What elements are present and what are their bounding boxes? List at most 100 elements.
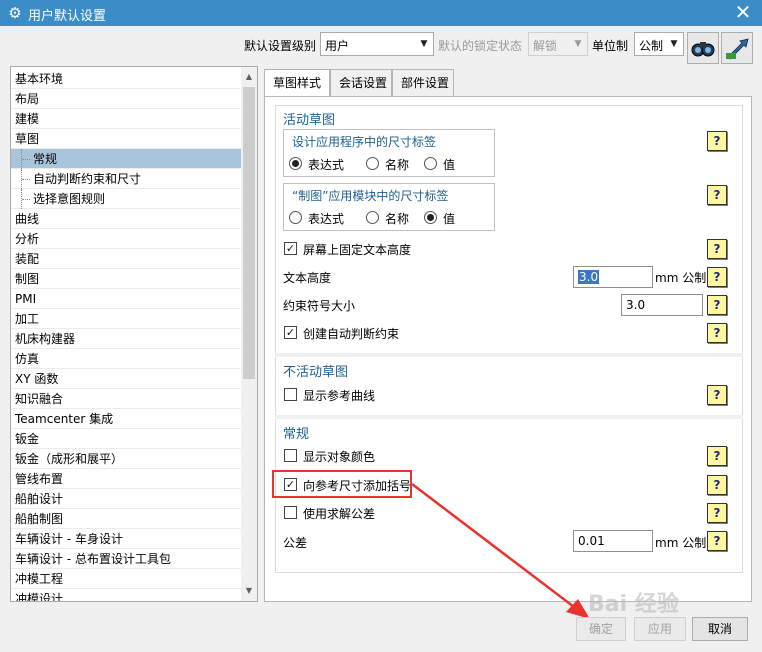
tree-item[interactable]: 钣金（成形和展平） [11,449,243,469]
help-icon[interactable]: ? [707,239,727,259]
general-title: 常规 [283,427,310,442]
app-dim-expression-radio[interactable] [289,157,302,170]
arrow-settings-icon [726,38,749,60]
tree-branch-line [21,169,31,189]
help-icon[interactable]: ? [707,446,727,466]
tree-item[interactable]: 船舶设计 [11,489,243,509]
watermark: Bai 经验 [588,592,679,617]
tree-item[interactable]: PMI [11,289,243,309]
tree-item[interactable]: 选择意图规则 [11,189,243,209]
app-dim-name-label: 名称 [385,158,410,172]
fix-text-height-checkbox[interactable]: ✓ [284,242,297,255]
tree-item[interactable]: Teamcenter 集成 [11,409,243,429]
unit-dropdown[interactable]: 公制 ▼ [634,32,684,56]
create-auto-constraints-label: 创建自动判断约束 [303,327,400,341]
tree-item-label: 制图 [15,272,40,286]
tree-item-label: XY 函数 [15,372,59,386]
drafting-dim-name-label: 名称 [385,212,410,226]
lock-label: 默认的锁定状态 [438,39,523,53]
fix-text-height-label: 屏幕上固定文本高度 [303,243,412,257]
show-object-color-checkbox[interactable] [284,449,297,462]
tree-item[interactable]: 布局 [11,89,243,109]
use-solve-tolerance-checkbox[interactable] [284,506,297,519]
tree-item[interactable]: 车辆设计 - 总布置设计工具包 [11,549,243,569]
tree-item-label: 冲模工程 [15,572,64,586]
close-button[interactable]: ✕ [732,1,754,23]
title-bar: ⚙ 用户默认设置 ✕ [0,0,762,26]
tree-item[interactable]: 自动判断约束和尺寸 [11,169,243,189]
tree-scrollbar[interactable]: ▲ ▼ [241,67,257,601]
tree-item-label: 船舶制图 [15,512,64,526]
app-dim-value-radio[interactable] [424,157,437,170]
help-icon[interactable]: ? [707,323,727,343]
use-solve-tolerance-label: 使用求解公差 [303,507,376,521]
tree-item[interactable]: 装配 [11,249,243,269]
find-default-button[interactable] [687,32,719,64]
tree-item-label: 钣金 [15,432,40,446]
scroll-up-icon[interactable]: ▲ [241,69,257,85]
app-dim-name-radio[interactable] [366,157,379,170]
tree-item[interactable]: 机床构建器 [11,329,243,349]
create-auto-constraints-checkbox[interactable]: ✓ [284,326,297,339]
tab-sketch-style[interactable]: 草图样式 [264,69,330,98]
cancel-button[interactable]: 取消 [692,617,748,641]
text-height-unit: mm 公制 [655,271,707,285]
tree-item[interactable]: 冲模工程 [11,569,243,589]
tolerance-label: 公差 [283,536,308,550]
help-icon[interactable]: ? [707,185,727,205]
tree-item[interactable]: 加工 [11,309,243,329]
scroll-thumb[interactable] [243,87,255,379]
tree-item[interactable]: 船舶制图 [11,509,243,529]
drafting-dim-label-group: “制图”应用模块中的尺寸标签 表达式 名称 值 [283,183,495,231]
tree-item[interactable]: 曲线 [11,209,243,229]
tree-item-label: 钣金（成形和展平） [15,452,124,466]
tree-item-label: PMI [15,292,37,306]
tolerance-input[interactable]: 0.01 [573,530,653,552]
drafting-dim-value-radio[interactable] [424,211,437,224]
help-icon[interactable]: ? [707,385,727,405]
constraint-symbol-size-input[interactable]: 3.0 [621,294,703,316]
help-icon[interactable]: ? [707,503,727,523]
scroll-down-icon[interactable]: ▼ [241,583,257,599]
tree-item-label: 基本环境 [15,72,64,86]
lock-dropdown[interactable]: 解锁 ▼ [528,32,588,56]
tree-item-label: 选择意图规则 [33,192,106,206]
tree-branch-line [21,149,31,169]
tree-item[interactable]: 基本环境 [11,69,243,89]
help-icon[interactable]: ? [707,267,727,287]
drafting-dim-expression-radio[interactable] [289,211,302,224]
manage-defaults-button[interactable] [721,32,753,64]
tree-item[interactable]: 分析 [11,229,243,249]
level-label: 默认设置级别 [244,39,317,53]
tree-item[interactable]: 管线布置 [11,469,243,489]
tree-item[interactable]: 仿真 [11,349,243,369]
tree-item[interactable]: 车辆设计 - 车身设计 [11,529,243,549]
show-ref-curves-checkbox[interactable] [284,388,297,401]
tree-item-label: 仿真 [15,352,40,366]
text-height-input[interactable]: 3.0 [573,266,653,288]
constraint-symbol-size-label: 约束符号大小 [283,299,356,313]
tree-item[interactable]: 建模 [11,109,243,129]
tree-item[interactable]: 知识融合 [11,389,243,409]
tab-part-settings[interactable]: 部件设置 [392,69,454,97]
tree-item[interactable]: XY 函数 [11,369,243,389]
tree-item[interactable]: 常规 [11,149,243,169]
tree-item[interactable]: 制图 [11,269,243,289]
drafting-dim-value-label: 值 [443,212,456,226]
tab-session-settings[interactable]: 会话设置 [330,69,392,97]
level-dropdown[interactable]: 用户 ▼ [320,32,434,56]
top-toolbar: 默认设置级别 用户 ▼ 默认的锁定状态 解锁 ▼ 单位制 公制 ▼ [0,26,762,66]
help-icon[interactable]: ? [707,131,727,151]
tree-item-label: 布局 [15,92,40,106]
category-tree: 基本环境布局建模 草图 常规 自动判断约束和尺寸选择意图规则曲线 分析 装配制图 PMI 加工… [10,66,258,602]
help-icon[interactable]: ? [707,295,727,315]
help-icon[interactable]: ? [707,475,727,495]
apply-button[interactable]: 应用 [634,617,686,641]
drafting-dim-name-radio[interactable] [366,211,379,224]
help-icon[interactable]: ? [707,531,727,551]
tree-item[interactable]: 冲模设计 [11,589,243,601]
ok-button[interactable]: 确定 [576,617,626,641]
show-ref-curves-label: 显示参考曲线 [303,389,376,403]
tree-item[interactable]: 草图 [11,129,243,149]
tree-item[interactable]: 钣金 [11,429,243,449]
